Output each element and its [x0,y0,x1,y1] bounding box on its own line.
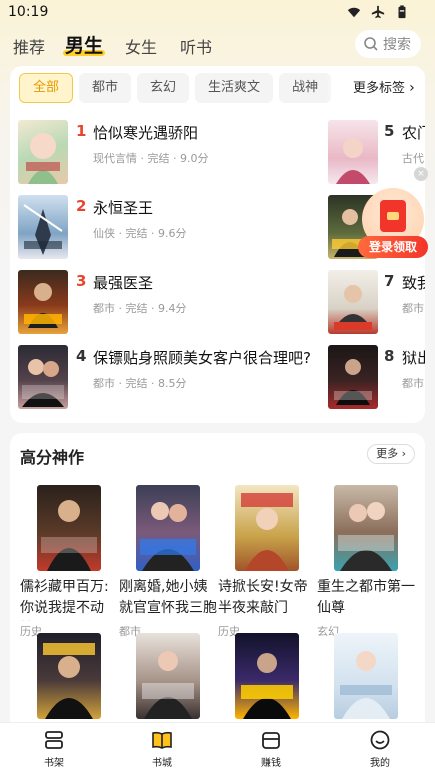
chip-all[interactable]: 全部 [19,73,74,103]
book-title: 刚离婚,她小姨就官宣怀我三胞胎 [119,579,217,616]
login-reward-label: 登录领取 [358,236,428,258]
chip-life[interactable]: 生活爽文 [195,73,274,103]
more-tags-button[interactable]: 更多标签 › [343,73,425,103]
tab-female[interactable]: 女生 [125,34,157,58]
ranking-item[interactable]: 5 农门 古代 [326,120,425,184]
rank-number: 4 [76,347,87,365]
book-cover [334,485,398,571]
book-cover [18,120,68,184]
wifi-icon [347,7,361,18]
top-nav: 推荐 男生 女生 听书 搜索 [0,28,435,62]
chip-fantasy[interactable]: 玄幻 [137,73,190,103]
book-cover [18,195,68,259]
book-cover [37,485,101,571]
chevron-right-icon: › [401,447,406,460]
close-icon[interactable]: × [414,167,428,181]
book-meta: 都市 [402,377,424,390]
status-time: 10:19 [8,4,49,20]
chevron-right-icon: › [409,80,415,96]
book-meta: 古代 [402,152,424,165]
status-bar: 10:19 [0,0,435,26]
bookshelf-icon [45,731,63,749]
search-box[interactable]: 搜索 [355,30,421,58]
red-packet-icon [380,200,406,232]
book-cover [334,633,398,719]
book-cover [235,485,299,571]
status-icons [347,5,409,19]
ranking-item[interactable]: 2 永恒圣王 仙侠 · 完结 · 9.6分 [18,195,328,259]
book-cover [18,270,68,334]
ranking-item[interactable]: 1 恰似寒光遇骄阳 现代言情 · 完结 · 9.0分 [18,120,328,184]
book-title: 儒衫藏甲百万:你说我提不动枪? [20,579,109,616]
battery-icon [398,5,406,19]
chip-urban[interactable]: 都市 [79,73,132,103]
tab-label: 我的 [370,758,390,769]
section-title: 高分神作 [20,448,85,467]
more-label: 更多 [376,447,399,460]
ranking-item[interactable]: 7 致我 都市 [326,270,425,334]
book-title: 诗掀长安!女帝半夜来敲门 [218,579,308,616]
book-cover [136,485,200,571]
more-button[interactable]: 更多 › [367,444,415,464]
tab-profile[interactable]: 我的 [350,729,410,769]
book-title: 最强医圣 [93,274,154,292]
search-icon [364,37,378,51]
search-placeholder: 搜索 [383,37,411,53]
book-cover [18,345,68,409]
tab-earn[interactable]: 赚钱 [241,729,301,769]
tab-label: 赚钱 [261,758,281,769]
rank-number: 5 [384,122,395,140]
rank-number: 3 [76,272,87,290]
book-title: 狱出 [402,349,425,367]
book-meta: 都市 · 完结 · 9.4分 [93,302,187,315]
book-cover [328,270,378,334]
rank-number: 2 [76,197,87,215]
ranking-item[interactable]: 4 保镖贴身照顾美女客户很合理吧? 都市 · 完结 · 8.5分 [18,345,328,409]
airplane-icon [371,5,385,19]
open-book-icon [152,731,172,749]
book-cover [37,633,101,719]
book-title: 农门 [402,124,425,142]
book-cover [136,633,200,719]
book-meta: 仙侠 · 完结 · 9.6分 [93,227,187,240]
ranking-item[interactable]: 3 最强医圣 都市 · 完结 · 9.4分 [18,270,328,334]
book-meta: 都市 · 完结 · 8.5分 [93,377,187,390]
tab-male[interactable]: 男生 [62,31,106,58]
book-cover [235,633,299,719]
rank-number: 1 [76,122,87,140]
wallet-icon [262,732,280,749]
rank-number: 7 [384,272,395,290]
book-title: 重生之都市第一仙尊 [317,579,415,616]
tab-bookshelf[interactable]: 书架 [24,729,84,769]
ranking-item[interactable]: 8 狱出 都市 [326,345,425,409]
chip-warlord[interactable]: 战神 [279,73,332,103]
book-cover [328,345,378,409]
tab-audiobook[interactable]: 听书 [180,34,212,58]
bottom-tab-bar: 书架 书城 赚钱 我的 [0,722,435,773]
smile-icon [370,730,390,750]
rank-number: 8 [384,347,395,365]
tab-label: 书架 [44,758,64,769]
book-cover [328,120,378,184]
tab-recommend[interactable]: 推荐 [13,34,45,58]
more-tags-label: 更多标签 [353,81,406,96]
category-chips: 全部 都市 玄幻 生活爽文 战神 [19,73,349,103]
login-reward-widget[interactable]: 登录领取 [358,188,428,260]
book-meta: 现代言情 · 完结 · 9.0分 [93,152,209,165]
tab-label: 书城 [152,758,172,769]
tab-bookstore[interactable]: 书城 [132,729,192,769]
book-title: 保镖贴身照顾美女客户很合理吧? [93,349,311,367]
book-title: 恰似寒光遇骄阳 [93,124,199,142]
book-title: 永恒圣王 [93,199,154,217]
book-title: 致我 [402,274,425,292]
book-meta: 都市 [402,302,424,315]
